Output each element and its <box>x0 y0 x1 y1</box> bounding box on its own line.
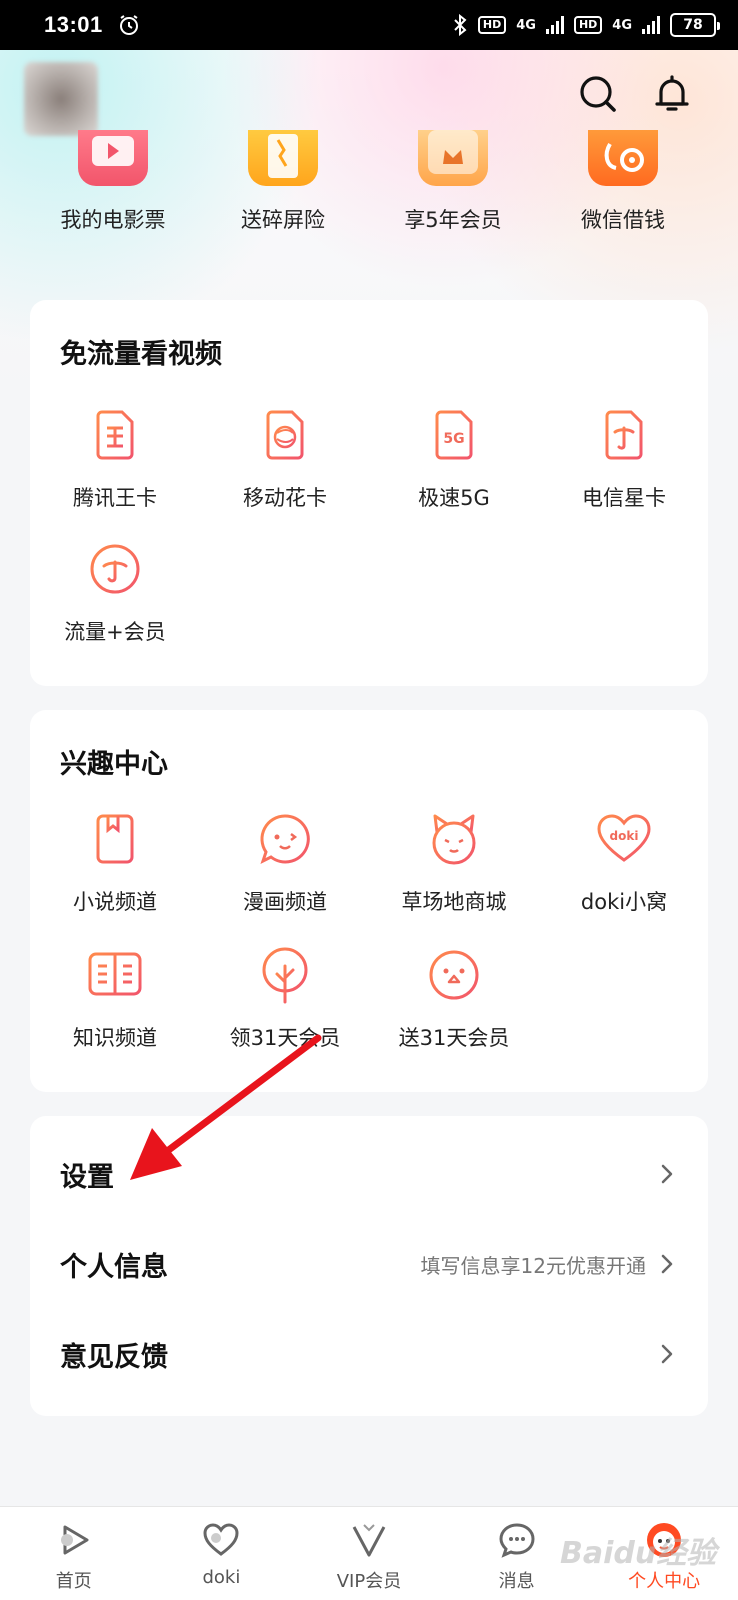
quick-action-label: 我的电影票 <box>60 208 166 232</box>
book-icon <box>96 814 134 864</box>
interest-item-mall[interactable]: 草场地商城 <box>369 810 539 916</box>
open-book-icon <box>88 952 142 996</box>
menu-item-feedback[interactable]: 意见反馈 <box>30 1310 708 1398</box>
signal-icon <box>545 16 564 34</box>
free-data-item-mobile-card[interactable]: 移动花卡 <box>200 406 370 512</box>
interest-label: doki小窝 <box>580 890 668 914</box>
quick-action-label: 微信借钱 <box>581 208 665 232</box>
free-data-card: 免流量看视频 腾讯王卡 移动花卡 5G 极速5G 电信星卡 流量+会员 <box>30 300 708 686</box>
cat-face-icon <box>432 814 476 865</box>
quick-action-movie-ticket[interactable]: 我的电影票 <box>28 130 198 240</box>
chevron-right-icon <box>661 1164 673 1184</box>
interest-label: 领31天会员 <box>229 1026 341 1050</box>
mobile-card-icon <box>266 410 304 460</box>
status-time: 13:01 <box>44 12 103 37</box>
svg-text:5G: 5G <box>443 431 464 447</box>
bluetooth-icon <box>454 14 467 36</box>
tab-doki[interactable]: doki <box>148 1507 296 1600</box>
menu-label: 意见反馈 <box>60 1341 168 1373</box>
free-data-label: 极速5G <box>418 486 490 510</box>
interest-label: 漫画频道 <box>243 890 327 914</box>
tab-home[interactable]: 首页 <box>0 1507 148 1600</box>
free-data-item-wang-card[interactable]: 腾讯王卡 <box>30 406 200 512</box>
tab-label: VIP会员 <box>336 1571 402 1592</box>
tab-label: doki <box>202 1567 241 1588</box>
loan-icon <box>588 130 658 186</box>
interest-label: 送31天会员 <box>398 1026 510 1050</box>
menu-item-settings[interactable]: 设置 <box>30 1130 708 1218</box>
vip-v-icon <box>352 1524 386 1557</box>
interest-item-novel[interactable]: 小说频道 <box>30 810 200 916</box>
interest-center-title: 兴趣中心 <box>60 749 168 780</box>
doki-heart-icon: doki <box>597 814 651 862</box>
home-play-icon <box>60 1525 89 1555</box>
alarm-icon <box>119 15 138 35</box>
hd-badge: HD <box>477 16 507 34</box>
interest-label: 小说频道 <box>73 890 157 914</box>
screen-insurance-icon <box>248 130 318 186</box>
status-bar: 13:01 HD 4G HD 4G 78 <box>0 0 738 50</box>
movie-ticket-icon <box>78 130 148 186</box>
comic-face-icon <box>260 814 310 864</box>
hd-badge-2: HD <box>573 16 603 34</box>
quick-action-label: 送碎屏险 <box>241 208 325 232</box>
interest-item-doki[interactable]: doki doki小窝 <box>539 810 709 916</box>
menu-card: 设置 个人信息 填写信息享12元优惠开通 意见反馈 <box>30 1116 708 1416</box>
free-data-item-data-vip[interactable]: 流量+会员 <box>30 540 200 646</box>
search-icon[interactable] <box>578 74 618 114</box>
bell-icon[interactable] <box>652 74 692 114</box>
chevron-right-icon <box>661 1254 673 1274</box>
quick-action-screen-insurance[interactable]: 送碎屏险 <box>198 130 368 240</box>
free-data-item-5g-card[interactable]: 5G 极速5G <box>369 406 539 512</box>
chevron-right-icon <box>661 1344 673 1364</box>
interest-label: 知识频道 <box>73 1026 157 1050</box>
free-data-label: 移动花卡 <box>243 486 327 510</box>
free-data-title: 免流量看视频 <box>60 339 222 370</box>
free-data-label: 腾讯王卡 <box>73 486 157 510</box>
interest-item-comic[interactable]: 漫画频道 <box>200 810 370 916</box>
interest-label: 草场地商城 <box>401 890 507 914</box>
crown-icon <box>418 130 488 186</box>
5g-card-icon: 5G <box>435 410 473 460</box>
avatar[interactable] <box>24 62 98 136</box>
quick-actions: 我的电影票 送碎屏险 享5年会员 微信借钱 <box>0 130 738 240</box>
menu-item-profile-info[interactable]: 个人信息 填写信息享12元优惠开通 <box>30 1220 708 1308</box>
interest-item-get-vip[interactable]: 领31天会员 <box>200 946 370 1052</box>
free-data-label: 流量+会员 <box>64 620 166 644</box>
message-bubble-icon <box>499 1523 535 1558</box>
tab-label: 首页 <box>55 1571 92 1592</box>
network-type: 4G <box>516 17 536 33</box>
network-type-2: 4G <box>612 17 632 33</box>
watermark: Baidu经验 <box>560 1536 717 1571</box>
tree-icon <box>262 947 308 1004</box>
telecom-card-icon <box>605 410 643 460</box>
menu-label: 设置 <box>60 1161 114 1193</box>
interest-center-card: 兴趣中心 小说频道 漫画频道 草场地商城 doki doki小窝 知识频道 领3… <box>30 710 708 1092</box>
doki-badge-text: doki <box>610 829 639 843</box>
tab-vip[interactable]: VIP会员 <box>295 1507 443 1600</box>
battery-level: 78 <box>683 17 703 33</box>
free-data-item-telecom-card[interactable]: 电信星卡 <box>539 406 709 512</box>
chick-face-icon <box>429 950 479 1000</box>
quick-action-label: 享5年会员 <box>404 208 502 232</box>
quick-action-vip[interactable]: 享5年会员 <box>368 130 538 240</box>
free-data-label: 电信星卡 <box>582 486 666 510</box>
interest-item-knowledge[interactable]: 知识频道 <box>30 946 200 1052</box>
menu-hint: 填写信息享12元优惠开通 <box>420 1253 646 1278</box>
telecom-circle-icon <box>90 544 140 594</box>
doki-heart-tab-icon <box>203 1523 239 1556</box>
interest-item-send-vip[interactable]: 送31天会员 <box>369 946 539 1052</box>
menu-label: 个人信息 <box>60 1251 168 1283</box>
quick-action-loan[interactable]: 微信借钱 <box>538 130 708 240</box>
wang-card-icon <box>96 410 134 460</box>
signal-icon-2 <box>642 16 660 34</box>
battery-icon: 78 <box>670 13 720 37</box>
